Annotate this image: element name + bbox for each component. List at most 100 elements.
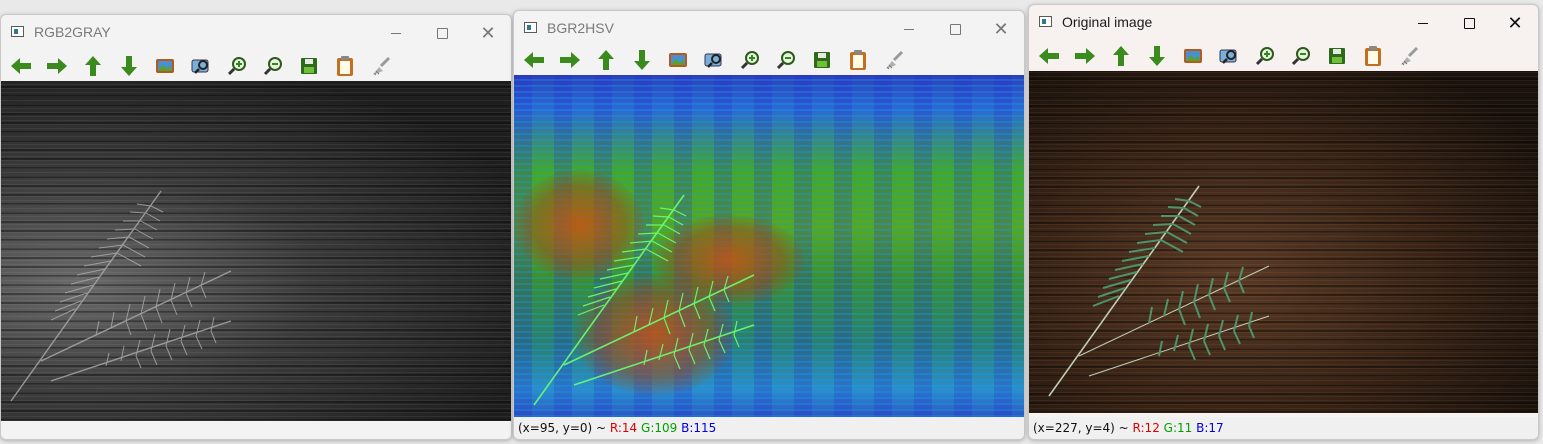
title-bar[interactable]: Original image ✕ xyxy=(1029,5,1538,39)
properties-button[interactable] xyxy=(882,48,906,72)
pan-up-icon xyxy=(596,49,616,71)
pan-up-button[interactable] xyxy=(1109,44,1133,68)
zoom-in-icon xyxy=(227,56,247,76)
pan-down-button[interactable] xyxy=(117,54,141,78)
cursor-coords: (x=95, y=0) ~ xyxy=(518,421,607,435)
pan-right-button[interactable] xyxy=(558,48,582,72)
window-title: BGR2HSV xyxy=(547,20,614,36)
maximize-button[interactable] xyxy=(419,19,465,47)
copy-clipboard-icon xyxy=(848,49,868,71)
app-icon xyxy=(524,22,537,33)
status-bar: (x=95, y=0) ~ R:14 G:109 B:115 xyxy=(514,417,1024,439)
zoom-original-button[interactable] xyxy=(1181,44,1205,68)
properties-button[interactable] xyxy=(369,54,393,78)
pan-down-icon xyxy=(632,49,652,71)
minimize-button[interactable] xyxy=(1400,9,1446,37)
pan-down-button[interactable] xyxy=(630,48,654,72)
zoom-out-button[interactable] xyxy=(1289,44,1313,68)
image-canvas[interactable] xyxy=(1029,71,1538,413)
minimize-icon xyxy=(391,32,401,34)
close-icon: ✕ xyxy=(1507,12,1523,34)
pan-left-icon xyxy=(523,50,545,70)
pan-up-button[interactable] xyxy=(81,54,105,78)
close-button[interactable]: ✕ xyxy=(978,15,1024,43)
pan-left-button[interactable] xyxy=(522,48,546,72)
zoom-in-icon xyxy=(740,50,760,70)
zoom-out-icon xyxy=(776,50,796,70)
window-rgb2gray[interactable]: RGB2GRAY ✕ xyxy=(0,14,512,440)
pixel-blue-value: B:115 xyxy=(681,421,717,435)
pan-right-button[interactable] xyxy=(45,54,69,78)
toolbar xyxy=(1,51,511,81)
copy-clipboard-icon xyxy=(335,55,355,77)
window-original-image[interactable]: Original image ✕ (x=227, y=4) ~ R:12 G:1… xyxy=(1028,4,1539,440)
maximize-button[interactable] xyxy=(1446,9,1492,37)
zoom-in-icon xyxy=(1255,46,1275,66)
pan-right-icon xyxy=(46,56,68,76)
copy-clipboard-icon xyxy=(1363,45,1383,67)
cursor-coords: (x=227, y=4) ~ xyxy=(1033,421,1129,435)
pixel-red-value: R:14 xyxy=(609,421,638,435)
pan-left-icon xyxy=(1038,46,1060,66)
pan-right-icon xyxy=(559,50,581,70)
zoom-original-button[interactable] xyxy=(153,54,177,78)
title-bar[interactable]: BGR2HSV ✕ xyxy=(514,11,1024,45)
copy-clipboard-button[interactable] xyxy=(1361,44,1385,68)
save-icon xyxy=(299,56,319,76)
save-button[interactable] xyxy=(1325,44,1349,68)
zoom-in-button[interactable] xyxy=(1253,44,1277,68)
zoom-fit-icon xyxy=(1219,47,1239,65)
pixel-red-value: R:12 xyxy=(1132,421,1160,435)
properties-icon xyxy=(1398,45,1420,67)
close-icon: ✕ xyxy=(993,18,1009,40)
zoom-fit-button[interactable] xyxy=(189,54,213,78)
toolbar xyxy=(514,45,1024,75)
minimize-icon xyxy=(904,28,914,30)
copy-clipboard-button[interactable] xyxy=(846,48,870,72)
zoom-fit-icon xyxy=(704,51,724,69)
maximize-icon xyxy=(949,23,961,35)
minimize-icon xyxy=(1418,22,1428,24)
save-button[interactable] xyxy=(810,48,834,72)
pan-down-icon xyxy=(119,55,139,77)
zoom-out-button[interactable] xyxy=(261,54,285,78)
pan-right-button[interactable] xyxy=(1073,44,1097,68)
app-icon xyxy=(1039,16,1052,27)
properties-icon xyxy=(883,49,905,71)
close-button[interactable]: ✕ xyxy=(1492,9,1538,37)
pan-left-button[interactable] xyxy=(1037,44,1061,68)
minimize-button[interactable] xyxy=(373,19,419,47)
pan-up-button[interactable] xyxy=(594,48,618,72)
title-bar[interactable]: RGB2GRAY ✕ xyxy=(1,15,511,49)
pixel-green-value: G:11 xyxy=(1163,421,1193,435)
maximize-button[interactable] xyxy=(932,15,978,43)
pan-down-button[interactable] xyxy=(1145,44,1169,68)
copy-clipboard-button[interactable] xyxy=(333,54,357,78)
properties-button[interactable] xyxy=(1397,44,1421,68)
image-canvas[interactable] xyxy=(1,81,511,421)
zoom-fit-button[interactable] xyxy=(1217,44,1241,68)
zoom-in-button[interactable] xyxy=(225,54,249,78)
zoom-out-icon xyxy=(1291,46,1311,66)
pan-right-icon xyxy=(1074,46,1096,66)
zoom-fit-button[interactable] xyxy=(702,48,726,72)
zoom-in-button[interactable] xyxy=(738,48,762,72)
minimize-button[interactable] xyxy=(886,15,932,43)
properties-icon xyxy=(370,55,392,77)
zoom-original-button[interactable] xyxy=(666,48,690,72)
fern-shape xyxy=(1048,185,1270,397)
pan-left-icon xyxy=(10,56,32,76)
zoom-out-button[interactable] xyxy=(774,48,798,72)
window-bgr2hsv[interactable]: BGR2HSV ✕ (x=95, y=0) ~ R:14 G:109 B:115 xyxy=(513,10,1025,440)
pan-left-button[interactable] xyxy=(9,54,33,78)
maximize-icon xyxy=(436,27,448,39)
fern-shape xyxy=(10,190,232,402)
pan-up-icon xyxy=(1111,45,1131,67)
close-button[interactable]: ✕ xyxy=(465,19,511,47)
zoom-out-icon xyxy=(263,56,283,76)
save-button[interactable] xyxy=(297,54,321,78)
fern-shape xyxy=(533,194,755,406)
image-canvas[interactable] xyxy=(514,75,1024,417)
zoom-original-icon xyxy=(1183,47,1203,65)
pixel-blue-value: B:17 xyxy=(1196,421,1224,435)
